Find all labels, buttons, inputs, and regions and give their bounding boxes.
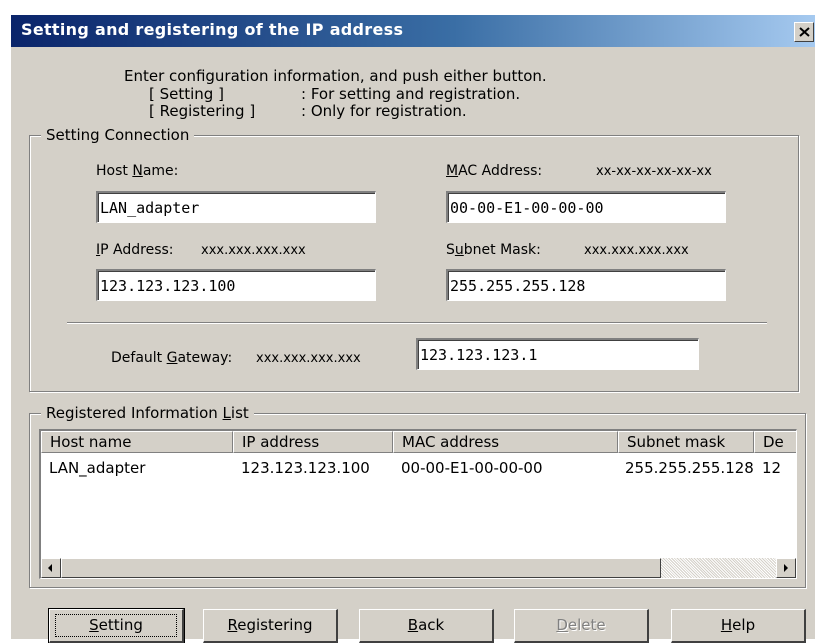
- registering-key-text: [ Registering ]: [149, 102, 256, 120]
- column-header-mac-address[interactable]: MAC address: [393, 431, 618, 453]
- setting-connection-legend: Setting Connection: [41, 126, 195, 144]
- setting-button[interactable]: Setting: [48, 608, 185, 643]
- scroll-right-button[interactable]: [776, 558, 796, 578]
- list-header: Host name IP address MAC address Subnet …: [41, 431, 796, 453]
- ip-address-label: IP Address:: [96, 242, 174, 258]
- default-gateway-field[interactable]: [416, 338, 699, 370]
- close-button[interactable]: [794, 22, 814, 42]
- default-gateway-label: Default Gateway:: [111, 350, 233, 366]
- default-gateway-input[interactable]: [418, 340, 698, 369]
- subnet-mask-label: Subnet Mask:: [446, 242, 541, 258]
- group-separator: [67, 322, 767, 324]
- column-header-subnet-mask[interactable]: Subnet mask: [618, 431, 754, 453]
- mac-address-hint: xx-xx-xx-xx-xx-xx: [596, 164, 712, 179]
- ip-address-dialog: Setting and registering of the IP addres…: [10, 14, 815, 643]
- registering-button[interactable]: Registering: [203, 609, 338, 643]
- help-button[interactable]: Help: [671, 609, 806, 643]
- column-header-host-name[interactable]: Host name: [41, 431, 233, 453]
- title-bar[interactable]: Setting and registering of the IP addres…: [11, 15, 815, 47]
- host-name-field[interactable]: [96, 191, 376, 223]
- intro-instruction: Enter configuration information, and pus…: [124, 67, 547, 85]
- arrow-right-icon: [784, 564, 788, 572]
- subnet-mask-field[interactable]: [446, 269, 726, 301]
- registered-list-legend: Registered Information List: [41, 404, 254, 422]
- mac-address-label: MAC Address:: [446, 163, 543, 179]
- registered-list-view[interactable]: Host name IP address MAC address Subnet …: [39, 429, 797, 579]
- mac-address-field[interactable]: [446, 191, 726, 223]
- cell-host-name: LAN_adapter: [49, 459, 146, 477]
- cell-ip-address: 123.123.123.100: [241, 459, 370, 477]
- delete-button[interactable]: Delete: [514, 609, 649, 643]
- ip-address-field[interactable]: [96, 269, 376, 301]
- cell-mac-address: 00-00-E1-00-00-00: [401, 459, 543, 477]
- column-header-default-gateway[interactable]: De: [754, 431, 796, 453]
- focus-rectangle: [55, 614, 177, 637]
- host-name-input[interactable]: [98, 193, 375, 222]
- scroll-track[interactable]: [661, 558, 776, 578]
- setting-desc-text: : For setting and registration.: [301, 85, 521, 103]
- setting-key-text: [ Setting ]: [149, 85, 224, 103]
- close-icon: [799, 27, 810, 37]
- arrow-left-icon: [48, 564, 52, 572]
- column-header-ip-address[interactable]: IP address: [233, 431, 393, 453]
- horizontal-scrollbar[interactable]: [41, 558, 796, 578]
- default-gateway-hint: xxx.xxx.xxx.xxx: [256, 351, 361, 366]
- host-name-label: Host Name:: [96, 163, 179, 179]
- subnet-mask-hint: xxx.xxx.xxx.xxx: [584, 243, 689, 258]
- back-button[interactable]: Back: [359, 609, 494, 643]
- ip-address-hint: xxx.xxx.xxx.xxx: [201, 243, 306, 258]
- cell-default-gateway: 12: [762, 459, 782, 477]
- cell-subnet-mask: 255.255.255.128: [625, 459, 754, 477]
- mac-address-input[interactable]: [448, 193, 725, 222]
- scroll-thumb[interactable]: [61, 558, 661, 578]
- registering-desc-text: : Only for registration.: [301, 102, 467, 120]
- window-title: Setting and registering of the IP addres…: [21, 20, 404, 39]
- scroll-left-button[interactable]: [41, 558, 61, 578]
- ip-address-input[interactable]: [98, 271, 375, 300]
- subnet-mask-input[interactable]: [448, 271, 725, 300]
